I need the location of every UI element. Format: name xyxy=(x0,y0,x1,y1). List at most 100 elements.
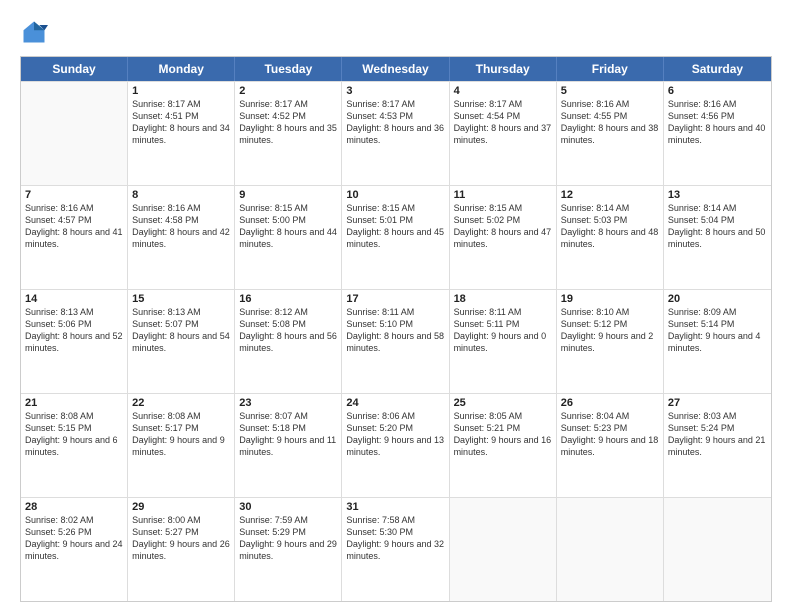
day-number: 4 xyxy=(454,85,552,97)
day-info: Sunrise: 8:08 AM Sunset: 5:15 PM Dayligh… xyxy=(25,410,123,459)
header-day-wednesday: Wednesday xyxy=(342,57,449,81)
calendar-cell: 14Sunrise: 8:13 AM Sunset: 5:06 PM Dayli… xyxy=(21,290,128,393)
calendar-cell: 30Sunrise: 7:59 AM Sunset: 5:29 PM Dayli… xyxy=(235,498,342,601)
day-info: Sunrise: 8:05 AM Sunset: 5:21 PM Dayligh… xyxy=(454,410,552,459)
calendar-cell: 10Sunrise: 8:15 AM Sunset: 5:01 PM Dayli… xyxy=(342,186,449,289)
day-info: Sunrise: 8:04 AM Sunset: 5:23 PM Dayligh… xyxy=(561,410,659,459)
calendar-cell: 31Sunrise: 7:58 AM Sunset: 5:30 PM Dayli… xyxy=(342,498,449,601)
header-day-sunday: Sunday xyxy=(21,57,128,81)
day-info: Sunrise: 8:15 AM Sunset: 5:02 PM Dayligh… xyxy=(454,202,552,251)
day-info: Sunrise: 8:08 AM Sunset: 5:17 PM Dayligh… xyxy=(132,410,230,459)
day-number: 9 xyxy=(239,189,337,201)
calendar-cell: 17Sunrise: 8:11 AM Sunset: 5:10 PM Dayli… xyxy=(342,290,449,393)
calendar-cell: 15Sunrise: 8:13 AM Sunset: 5:07 PM Dayli… xyxy=(128,290,235,393)
day-number: 10 xyxy=(346,189,444,201)
day-info: Sunrise: 8:13 AM Sunset: 5:07 PM Dayligh… xyxy=(132,306,230,355)
day-number: 17 xyxy=(346,293,444,305)
day-number: 5 xyxy=(561,85,659,97)
header-day-friday: Friday xyxy=(557,57,664,81)
calendar-cell: 4Sunrise: 8:17 AM Sunset: 4:54 PM Daylig… xyxy=(450,82,557,185)
day-number: 21 xyxy=(25,397,123,409)
day-info: Sunrise: 8:13 AM Sunset: 5:06 PM Dayligh… xyxy=(25,306,123,355)
day-info: Sunrise: 8:17 AM Sunset: 4:53 PM Dayligh… xyxy=(346,98,444,147)
day-number: 19 xyxy=(561,293,659,305)
calendar-cell: 20Sunrise: 8:09 AM Sunset: 5:14 PM Dayli… xyxy=(664,290,771,393)
day-info: Sunrise: 8:07 AM Sunset: 5:18 PM Dayligh… xyxy=(239,410,337,459)
day-number: 18 xyxy=(454,293,552,305)
day-info: Sunrise: 8:11 AM Sunset: 5:11 PM Dayligh… xyxy=(454,306,552,355)
day-info: Sunrise: 8:16 AM Sunset: 4:57 PM Dayligh… xyxy=(25,202,123,251)
logo xyxy=(20,18,52,46)
calendar-cell: 25Sunrise: 8:05 AM Sunset: 5:21 PM Dayli… xyxy=(450,394,557,497)
calendar-row-1: 7Sunrise: 8:16 AM Sunset: 4:57 PM Daylig… xyxy=(21,185,771,289)
day-info: Sunrise: 8:10 AM Sunset: 5:12 PM Dayligh… xyxy=(561,306,659,355)
day-number: 22 xyxy=(132,397,230,409)
day-number: 31 xyxy=(346,501,444,513)
header-day-monday: Monday xyxy=(128,57,235,81)
calendar-row-3: 21Sunrise: 8:08 AM Sunset: 5:15 PM Dayli… xyxy=(21,393,771,497)
day-info: Sunrise: 8:00 AM Sunset: 5:27 PM Dayligh… xyxy=(132,514,230,563)
calendar-cell xyxy=(664,498,771,601)
day-info: Sunrise: 8:09 AM Sunset: 5:14 PM Dayligh… xyxy=(668,306,767,355)
day-number: 26 xyxy=(561,397,659,409)
day-info: Sunrise: 8:14 AM Sunset: 5:03 PM Dayligh… xyxy=(561,202,659,251)
day-info: Sunrise: 8:16 AM Sunset: 4:58 PM Dayligh… xyxy=(132,202,230,251)
calendar-cell: 22Sunrise: 8:08 AM Sunset: 5:17 PM Dayli… xyxy=(128,394,235,497)
header-day-tuesday: Tuesday xyxy=(235,57,342,81)
calendar-cell: 13Sunrise: 8:14 AM Sunset: 5:04 PM Dayli… xyxy=(664,186,771,289)
day-number: 13 xyxy=(668,189,767,201)
day-info: Sunrise: 8:06 AM Sunset: 5:20 PM Dayligh… xyxy=(346,410,444,459)
day-info: Sunrise: 8:14 AM Sunset: 5:04 PM Dayligh… xyxy=(668,202,767,251)
calendar-cell: 7Sunrise: 8:16 AM Sunset: 4:57 PM Daylig… xyxy=(21,186,128,289)
calendar-cell: 12Sunrise: 8:14 AM Sunset: 5:03 PM Dayli… xyxy=(557,186,664,289)
calendar-cell: 6Sunrise: 8:16 AM Sunset: 4:56 PM Daylig… xyxy=(664,82,771,185)
calendar-cell xyxy=(450,498,557,601)
calendar-header: SundayMondayTuesdayWednesdayThursdayFrid… xyxy=(21,57,771,81)
day-number: 29 xyxy=(132,501,230,513)
calendar-cell: 19Sunrise: 8:10 AM Sunset: 5:12 PM Dayli… xyxy=(557,290,664,393)
calendar-cell: 21Sunrise: 8:08 AM Sunset: 5:15 PM Dayli… xyxy=(21,394,128,497)
logo-icon xyxy=(20,18,48,46)
calendar-cell: 11Sunrise: 8:15 AM Sunset: 5:02 PM Dayli… xyxy=(450,186,557,289)
day-number: 27 xyxy=(668,397,767,409)
day-number: 16 xyxy=(239,293,337,305)
day-info: Sunrise: 8:16 AM Sunset: 4:55 PM Dayligh… xyxy=(561,98,659,147)
day-info: Sunrise: 7:58 AM Sunset: 5:30 PM Dayligh… xyxy=(346,514,444,563)
calendar-cell: 23Sunrise: 8:07 AM Sunset: 5:18 PM Dayli… xyxy=(235,394,342,497)
day-number: 8 xyxy=(132,189,230,201)
day-number: 23 xyxy=(239,397,337,409)
calendar-cell: 5Sunrise: 8:16 AM Sunset: 4:55 PM Daylig… xyxy=(557,82,664,185)
day-info: Sunrise: 7:59 AM Sunset: 5:29 PM Dayligh… xyxy=(239,514,337,563)
day-info: Sunrise: 8:03 AM Sunset: 5:24 PM Dayligh… xyxy=(668,410,767,459)
page: SundayMondayTuesdayWednesdayThursdayFrid… xyxy=(0,0,792,612)
calendar-cell: 28Sunrise: 8:02 AM Sunset: 5:26 PM Dayli… xyxy=(21,498,128,601)
day-number: 1 xyxy=(132,85,230,97)
calendar-cell: 2Sunrise: 8:17 AM Sunset: 4:52 PM Daylig… xyxy=(235,82,342,185)
day-info: Sunrise: 8:16 AM Sunset: 4:56 PM Dayligh… xyxy=(668,98,767,147)
day-info: Sunrise: 8:17 AM Sunset: 4:51 PM Dayligh… xyxy=(132,98,230,147)
day-number: 3 xyxy=(346,85,444,97)
header-day-saturday: Saturday xyxy=(664,57,771,81)
calendar-cell: 3Sunrise: 8:17 AM Sunset: 4:53 PM Daylig… xyxy=(342,82,449,185)
calendar-cell: 8Sunrise: 8:16 AM Sunset: 4:58 PM Daylig… xyxy=(128,186,235,289)
day-number: 6 xyxy=(668,85,767,97)
day-number: 7 xyxy=(25,189,123,201)
day-info: Sunrise: 8:17 AM Sunset: 4:54 PM Dayligh… xyxy=(454,98,552,147)
calendar-cell: 16Sunrise: 8:12 AM Sunset: 5:08 PM Dayli… xyxy=(235,290,342,393)
calendar: SundayMondayTuesdayWednesdayThursdayFrid… xyxy=(20,56,772,602)
calendar-row-4: 28Sunrise: 8:02 AM Sunset: 5:26 PM Dayli… xyxy=(21,497,771,601)
day-info: Sunrise: 8:17 AM Sunset: 4:52 PM Dayligh… xyxy=(239,98,337,147)
calendar-cell xyxy=(21,82,128,185)
day-number: 14 xyxy=(25,293,123,305)
calendar-cell: 27Sunrise: 8:03 AM Sunset: 5:24 PM Dayli… xyxy=(664,394,771,497)
calendar-body: 1Sunrise: 8:17 AM Sunset: 4:51 PM Daylig… xyxy=(21,81,771,601)
day-number: 24 xyxy=(346,397,444,409)
day-number: 11 xyxy=(454,189,552,201)
day-info: Sunrise: 8:02 AM Sunset: 5:26 PM Dayligh… xyxy=(25,514,123,563)
calendar-cell: 1Sunrise: 8:17 AM Sunset: 4:51 PM Daylig… xyxy=(128,82,235,185)
day-number: 30 xyxy=(239,501,337,513)
day-info: Sunrise: 8:11 AM Sunset: 5:10 PM Dayligh… xyxy=(346,306,444,355)
calendar-cell: 29Sunrise: 8:00 AM Sunset: 5:27 PM Dayli… xyxy=(128,498,235,601)
calendar-cell: 26Sunrise: 8:04 AM Sunset: 5:23 PM Dayli… xyxy=(557,394,664,497)
day-number: 12 xyxy=(561,189,659,201)
